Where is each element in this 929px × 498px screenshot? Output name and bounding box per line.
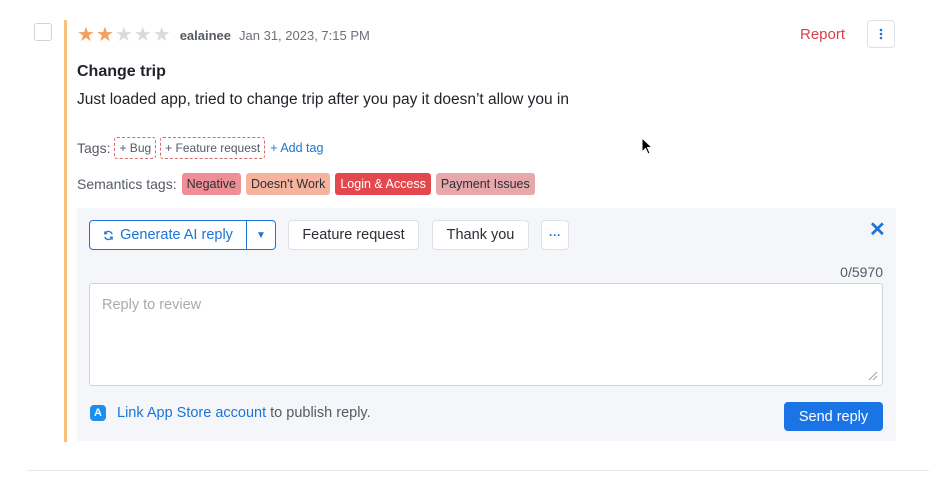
more-options-button[interactable] [867,20,895,48]
publish-info-row: A Link App Store account to publish repl… [90,404,371,422]
semantics-tags-row: Semantics tags: Negative Doesn't Work Lo… [77,172,535,196]
select-review-checkbox[interactable] [34,23,52,41]
review-header: ★ ★ ★ ★ ★ ealainee Jan 31, 2023, 7:15 PM [77,24,370,46]
refresh-icon [104,230,113,240]
star-filled-icon: ★ [95,24,114,46]
app-store-icon: A [90,405,106,421]
semantic-tag-doesnt-work[interactable]: Doesn't Work [245,173,331,195]
semantic-tag-negative[interactable]: Negative [181,173,241,195]
review-divider [27,470,929,471]
reply-textarea[interactable] [89,283,883,386]
generate-options-dropdown[interactable]: ▼ [247,220,276,250]
review-accent-bar [64,20,67,442]
publish-hint-text: to publish reply. [270,405,371,421]
quick-reply-thank-you[interactable]: Thank you [432,220,529,250]
star-filled-icon: ★ [77,24,95,46]
more-templates-button[interactable]: ··· [541,220,569,250]
tags-label: Tags: [77,140,111,156]
character-counter: 0/5970 [840,264,883,280]
generate-ai-reply-button[interactable]: Generate AI reply [89,220,247,250]
add-tag-link[interactable]: + Add tag [270,141,323,155]
quick-reply-feature-request[interactable]: Feature request [288,220,419,250]
caret-down-icon: ▼ [256,229,266,241]
review-date: Jan 31, 2023, 7:15 PM [239,27,370,43]
star-rating: ★ ★ ★ ★ ★ [77,25,171,45]
vertical-dots-icon [879,28,883,40]
semantic-tag-payment-issues[interactable]: Payment Issues [435,173,535,195]
resize-handle-icon[interactable] [866,369,878,381]
review-author: ealainee [179,27,232,43]
star-empty-icon: ★ [152,24,171,46]
star-empty-icon: ★ [114,24,133,46]
review-body: Just loaded app, tried to change trip af… [77,91,569,108]
tags-row: Tags: + Bug + Feature request + Add tag [77,136,323,160]
semantics-tags-label: Semantics tags: [77,176,177,192]
report-link[interactable]: Report [800,26,845,43]
semantic-tag-login-access[interactable]: Login & Access [335,173,431,195]
tag-bug[interactable]: + Bug [114,137,157,159]
mouse-cursor-icon [641,137,653,155]
reply-panel: Generate AI reply ▼ Feature request Than… [77,208,896,441]
generate-ai-reply-group: Generate AI reply ▼ [89,220,276,250]
tag-feature-request[interactable]: + Feature request [160,137,266,159]
star-empty-icon: ★ [133,24,152,46]
link-app-store-account[interactable]: Link App Store account [117,405,266,421]
send-reply-button[interactable]: Send reply [784,402,883,431]
generate-ai-reply-label: Generate AI reply [120,227,233,243]
close-icon[interactable]: ✕ [869,217,886,242]
review-title: Change trip [77,63,166,80]
